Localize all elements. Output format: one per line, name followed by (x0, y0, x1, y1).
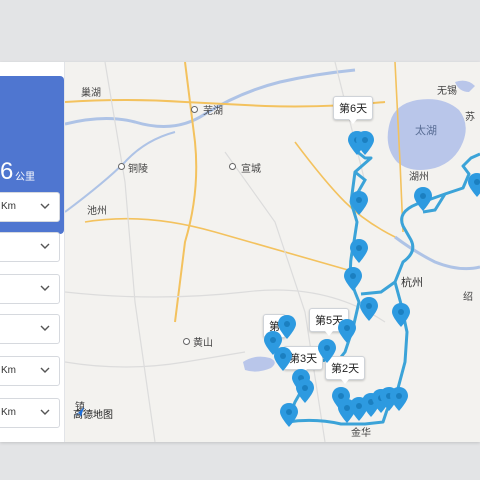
map-provider-logo: 高德地图 (73, 406, 113, 421)
location-pin-icon[interactable] (467, 172, 480, 198)
location-pin-icon[interactable] (359, 296, 379, 322)
chevron-down-icon (40, 367, 50, 373)
map-base (65, 62, 480, 442)
total-distance-value: 6 (0, 158, 14, 185)
location-pin-icon[interactable] (349, 238, 369, 264)
place-label-jinhua: 金华 (351, 428, 371, 439)
place-label-shaoxing: 绍 (463, 292, 473, 303)
place-label-xuancheng: 宣城 (241, 164, 261, 175)
day-distance-select-1[interactable]: Km (0, 192, 60, 222)
day-distance-select-3[interactable]: m (0, 274, 60, 304)
place-label-su: 苏 (465, 112, 475, 123)
place-label-wuhu: 芜湖 (203, 106, 223, 117)
location-pin-icon[interactable] (413, 186, 433, 212)
location-pin-icon[interactable] (279, 402, 299, 428)
city-dot (191, 106, 198, 113)
place-label-chizhou: 池州 (87, 206, 107, 217)
day-distance-select-6[interactable]: Km (0, 398, 60, 428)
app-window: 6 公里 Km m Km Km (0, 62, 480, 442)
day-distance-value: Km (1, 201, 16, 212)
route-map[interactable]: 巢湖 芜湖 无锡 铜陵 宣城 太湖 苏 湖州 池州 杭州 绍 黄山 镇 金华 第… (65, 62, 480, 442)
location-pin-icon[interactable] (343, 266, 363, 292)
city-dot (183, 338, 190, 345)
day-distance-select-2[interactable] (0, 232, 60, 262)
chevron-down-icon (40, 325, 50, 331)
place-label-taihu: 太湖 (415, 125, 437, 137)
day-distance-select-4[interactable] (0, 314, 60, 344)
city-dot (118, 163, 125, 170)
place-label-hangzhou: 杭州 (401, 277, 423, 289)
place-label-wuxi: 无锡 (437, 86, 457, 97)
place-label-huangshan: 黄山 (193, 338, 213, 349)
location-pin-icon[interactable] (349, 190, 369, 216)
place-label-huzhou: 湖州 (409, 172, 429, 183)
day-distance-value: Km (1, 407, 16, 418)
location-pin-icon[interactable] (273, 346, 293, 372)
location-pin-icon[interactable] (295, 378, 315, 404)
total-distance-unit: 公里 (15, 172, 35, 183)
city-dot (229, 163, 236, 170)
chevron-down-icon (40, 243, 50, 249)
chevron-down-icon (40, 203, 50, 209)
location-pin-icon[interactable] (389, 386, 409, 412)
day-distance-select-5[interactable]: Km (0, 356, 60, 386)
location-pin-icon[interactable] (337, 318, 357, 344)
location-pin-icon[interactable] (355, 130, 375, 156)
day-distance-value: Km (1, 365, 16, 376)
chevron-down-icon (40, 409, 50, 415)
amap-logo-icon (74, 407, 84, 417)
chevron-down-icon (40, 285, 50, 291)
day-label-6[interactable]: 第6天 (333, 96, 374, 124)
place-label-tongling: 铜陵 (128, 164, 148, 175)
location-pin-icon[interactable] (391, 302, 411, 328)
location-pin-icon[interactable] (317, 338, 337, 364)
place-label-chaohu: 巢湖 (81, 88, 101, 99)
itinerary-sidebar: 6 公里 Km m Km Km (0, 62, 65, 442)
